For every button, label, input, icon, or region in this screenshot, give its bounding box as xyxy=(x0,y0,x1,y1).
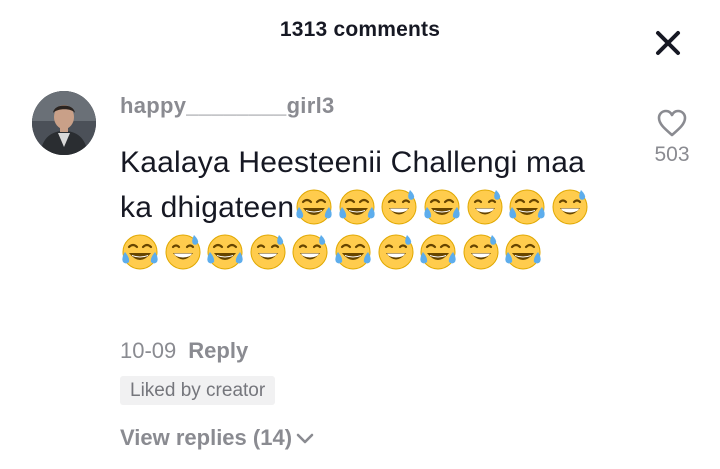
tears-of-joy-emoji xyxy=(294,187,334,227)
tears-of-joy-emoji xyxy=(205,232,245,272)
tears-of-joy-emoji xyxy=(418,232,458,272)
avatar[interactable] xyxy=(32,91,96,155)
liked-by-creator-badge: Liked by creator xyxy=(120,376,276,405)
reply-button[interactable]: Reply xyxy=(188,338,248,363)
view-replies-button[interactable]: View replies (14) xyxy=(120,425,316,451)
view-replies-label: View replies (14) xyxy=(120,425,293,450)
grinning-sweat-emoji xyxy=(550,187,590,227)
comment-text: Kaalaya Heesteenii Challengi maa ka dhig… xyxy=(120,140,620,275)
chevron-down-icon xyxy=(296,433,314,444)
comment-username[interactable]: happy________girl3 xyxy=(120,93,335,119)
grinning-sweat-emoji xyxy=(248,232,288,272)
tears-of-joy-emoji xyxy=(333,232,373,272)
grinning-sweat-emoji xyxy=(379,187,419,227)
tears-of-joy-emoji xyxy=(120,232,160,272)
close-button[interactable] xyxy=(653,28,683,58)
close-icon[interactable] xyxy=(653,28,683,58)
grinning-sweat-emoji xyxy=(290,232,330,272)
user-avatar-image xyxy=(32,91,96,155)
tears-of-joy-emoji xyxy=(503,232,543,272)
tears-of-joy-emoji xyxy=(422,187,462,227)
grinning-sweat-emoji xyxy=(376,232,416,272)
grinning-sweat-emoji xyxy=(465,187,505,227)
like-count: 503 xyxy=(654,143,690,166)
grinning-sweat-emoji xyxy=(461,232,501,272)
tears-of-joy-emoji xyxy=(507,187,547,227)
heart-outline-icon[interactable] xyxy=(655,107,689,139)
tears-of-joy-emoji xyxy=(337,187,377,227)
comments-count-title: 1313 comments xyxy=(279,18,441,41)
comment-meta: 10-09 Reply xyxy=(120,338,248,364)
like-area: 503 xyxy=(640,107,704,167)
comment-date: 10-09 xyxy=(120,338,177,363)
grinning-sweat-emoji xyxy=(163,232,203,272)
